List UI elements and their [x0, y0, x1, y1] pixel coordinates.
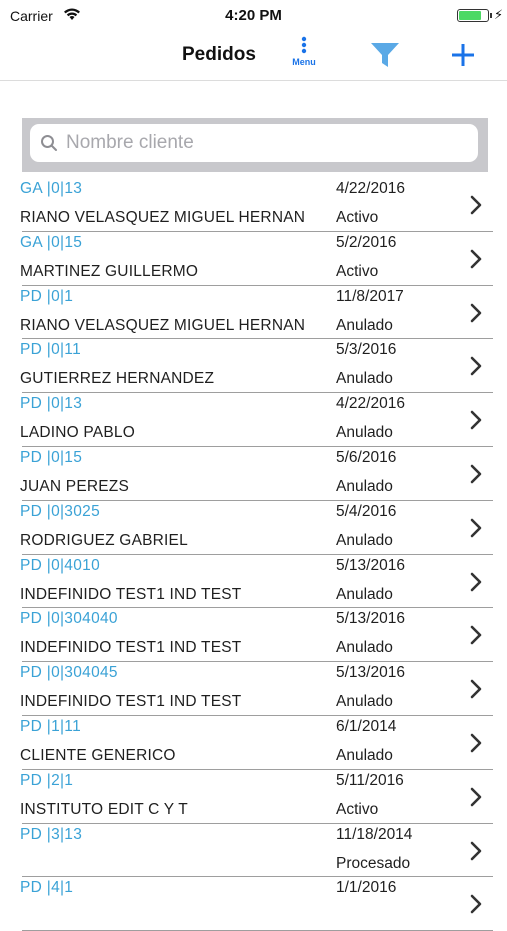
order-code: PD |2|1 — [20, 771, 74, 789]
order-code: PD |0|15 — [20, 448, 83, 466]
order-row[interactable]: GA |0|15 MARTINEZ GUILLERMO 5/2/2016 Act… — [20, 232, 493, 286]
order-row[interactable]: PD |0|13 LADINO PABLO 4/22/2016 Anulado — [20, 393, 493, 447]
order-status: Activo — [336, 262, 379, 280]
add-icon[interactable] — [448, 40, 478, 70]
order-date: 5/3/2016 — [336, 341, 397, 359]
filter-icon[interactable] — [368, 40, 402, 70]
order-date: 5/13/2016 — [336, 664, 405, 682]
search-input[interactable] — [66, 128, 466, 158]
order-row[interactable]: PD |0|15 JUAN PEREZS 5/6/2016 Anulado — [20, 447, 493, 501]
search-icon — [41, 135, 57, 151]
order-status: Procesado — [336, 854, 411, 872]
menu-label: Menu — [292, 57, 316, 67]
chevron-right-icon — [470, 249, 482, 269]
order-code: PD |4|1 — [20, 879, 74, 897]
status-bar: Carrier 4:20 PM ⚡ — [0, 0, 507, 32]
client-name: GUTIERREZ HERNANDEZ — [20, 370, 215, 388]
client-name: RIANO VELASQUEZ MIGUEL HERNAN — [20, 316, 306, 334]
order-status: Anulado — [336, 316, 393, 334]
chevron-right-icon — [470, 787, 482, 807]
order-code: PD |0|4010 — [20, 556, 100, 574]
chevron-right-icon — [470, 303, 482, 322]
order-status: Anulado — [336, 585, 393, 603]
order-date: 5/4/2016 — [336, 502, 397, 520]
order-date: 5/6/2016 — [336, 448, 397, 466]
client-name: JUAN PEREZS — [20, 477, 129, 495]
order-status: Activo — [336, 209, 379, 226]
client-name: RODRIGUEZ GABRIEL — [20, 531, 188, 549]
order-date: 5/11/2016 — [336, 771, 404, 789]
more-vertical-icon — [301, 36, 307, 54]
battery-icon: ⚡ — [457, 7, 503, 22]
clock: 4:20 PM — [225, 7, 282, 24]
client-name: INDEFINIDO TEST1 IND TEST — [20, 585, 242, 603]
order-code: PD |0|3025 — [20, 502, 100, 520]
chevron-right-icon — [470, 733, 482, 753]
order-status: Activo — [336, 800, 379, 818]
order-date: 6/1/2014 — [336, 717, 397, 735]
orders-list: GA |0|13 RIANO VELASQUEZ MIGUEL HERNAN 4… — [0, 178, 507, 931]
order-code: PD |0|304040 — [20, 610, 118, 628]
chevron-right-icon — [470, 464, 482, 484]
order-row[interactable]: PD |3|13 11/18/2014 Procesado — [20, 824, 493, 878]
navigation-bar: Pedidos Menu — [0, 32, 507, 81]
client-name: RIANO VELASQUEZ MIGUEL HERNAN — [20, 209, 306, 226]
order-code: GA |0|13 — [20, 180, 83, 197]
client-name: CLIENTE GENERICO — [20, 746, 176, 764]
chevron-right-icon — [470, 895, 482, 914]
order-date: 4/22/2016 — [336, 395, 405, 413]
order-status: Anulado — [336, 424, 393, 442]
menu-button[interactable]: Menu — [286, 36, 322, 76]
client-name: LADINO PABLO — [20, 424, 135, 442]
order-date: 5/13/2016 — [336, 610, 405, 628]
order-code: PD |0|304045 — [20, 664, 118, 682]
order-date: 11/8/2017 — [336, 287, 404, 305]
client-name: INDEFINIDO TEST1 IND TEST — [20, 693, 242, 711]
order-code: PD |0|1 — [20, 287, 74, 305]
chevron-right-icon — [470, 357, 482, 376]
chevron-right-icon — [470, 626, 482, 645]
order-date: 4/22/2016 — [336, 180, 405, 197]
order-status: Anulado — [336, 746, 393, 764]
chevron-right-icon — [470, 518, 482, 538]
order-row[interactable]: PD |1|11 CLIENTE GENERICO 6/1/2014 Anula… — [20, 716, 493, 770]
search-bar — [22, 118, 488, 172]
order-status: Anulado — [336, 531, 393, 549]
chevron-right-icon — [470, 195, 482, 215]
client-name: INDEFINIDO TEST1 IND TEST — [20, 639, 242, 657]
order-row[interactable]: PD |0|11 GUTIERREZ HERNANDEZ 5/3/2016 An… — [20, 339, 493, 394]
order-row[interactable]: PD |2|1 INSTITUTO EDIT C Y T 5/11/2016 A… — [20, 770, 493, 824]
client-name: INSTITUTO EDIT C Y T — [20, 800, 188, 818]
order-row[interactable]: PD |0|304040 INDEFINIDO TEST1 IND TEST 5… — [20, 608, 493, 663]
chevron-right-icon — [470, 679, 482, 699]
order-row[interactable]: GA |0|13 RIANO VELASQUEZ MIGUEL HERNAN 4… — [20, 178, 493, 232]
order-date: 5/13/2016 — [336, 556, 405, 574]
order-code: PD |3|13 — [20, 825, 83, 843]
order-date: 5/2/2016 — [336, 233, 397, 251]
order-code: PD |0|11 — [20, 341, 82, 359]
order-code: PD |0|13 — [20, 395, 83, 413]
chevron-right-icon — [470, 572, 482, 591]
order-row[interactable]: PD |0|4010 INDEFINIDO TEST1 IND TEST 5/1… — [20, 555, 493, 609]
order-date: 11/18/2014 — [336, 825, 413, 843]
client-name: MARTINEZ GUILLERMO — [20, 262, 199, 280]
order-status: Anulado — [336, 370, 393, 388]
order-row[interactable]: PD |0|1 RIANO VELASQUEZ MIGUEL HERNAN 11… — [20, 286, 493, 340]
chevron-right-icon — [470, 410, 482, 430]
order-status: Anulado — [336, 639, 393, 657]
chevron-right-icon — [470, 841, 482, 860]
page-title: Pedidos — [182, 44, 256, 65]
order-code: PD |1|11 — [20, 717, 82, 735]
order-code: GA |0|15 — [20, 233, 83, 251]
order-date: 1/1/2016 — [336, 879, 397, 897]
order-status: Anulado — [336, 693, 393, 711]
order-row[interactable]: PD |4|1 1/1/2016 — [20, 877, 493, 931]
order-status: Anulado — [336, 477, 393, 495]
order-row[interactable]: PD |0|304045 INDEFINIDO TEST1 IND TEST 5… — [20, 662, 493, 716]
order-row[interactable]: PD |0|3025 RODRIGUEZ GABRIEL 5/4/2016 An… — [20, 501, 493, 555]
search-field[interactable] — [30, 124, 478, 162]
